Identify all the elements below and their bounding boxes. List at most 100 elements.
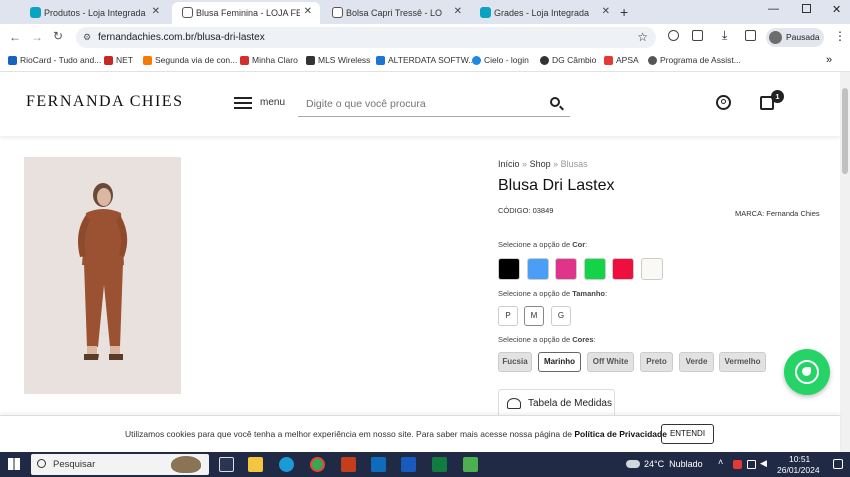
- close-window-icon[interactable]: ✕: [832, 3, 841, 16]
- close-tab-icon[interactable]: ✕: [152, 6, 160, 17]
- taskbar-search-icon: [37, 459, 46, 468]
- windows-taskbar: Pesquisar 24°C Nublado ˄ ◀ 10:51 26/01/2…: [0, 452, 850, 477]
- task-view-icon[interactable]: [219, 457, 234, 472]
- size-button-g[interactable]: G: [551, 306, 571, 326]
- breadcrumb-separator: »: [522, 159, 528, 169]
- profile-label: Pausada: [786, 32, 820, 42]
- site-header: FERNANDA CHIES menu 1: [0, 72, 840, 136]
- bookmark-item[interactable]: Programa de Assist...: [648, 55, 741, 65]
- taskbar-search[interactable]: Pesquisar: [31, 454, 209, 475]
- bookmark-item[interactable]: RioCard - Tudo and...: [8, 55, 101, 65]
- search-input[interactable]: [306, 96, 536, 112]
- color-swatch-red[interactable]: [612, 258, 634, 280]
- color-swatch-black[interactable]: [498, 258, 520, 280]
- bookmark-item[interactable]: DG Câmbio: [540, 55, 596, 65]
- reload-icon[interactable]: ↻: [53, 29, 63, 43]
- tab-favicon-icon: [182, 7, 193, 18]
- minimize-icon[interactable]: —: [768, 3, 779, 15]
- tray-chevron-icon[interactable]: ˄: [718, 457, 723, 467]
- new-tab-icon[interactable]: +: [620, 4, 628, 20]
- color-swatch-pink[interactable]: [555, 258, 577, 280]
- sidebar-icon[interactable]: [745, 30, 756, 41]
- tray-app-icon[interactable]: [733, 460, 742, 469]
- url-text: fernandachies.com.br/blusa-dri-lastex: [98, 32, 265, 43]
- edge-icon[interactable]: [279, 457, 294, 472]
- product-image[interactable]: [24, 157, 181, 394]
- menu-label: menu: [260, 97, 286, 108]
- cookie-accept-button[interactable]: ENTENDI: [661, 424, 714, 444]
- size-table-button[interactable]: Tabela de Medidas: [498, 389, 615, 417]
- download-icon[interactable]: ⤓: [722, 28, 727, 43]
- bookmark-star-icon[interactable]: ☆: [637, 27, 648, 48]
- color-swatch-green[interactable]: [584, 258, 606, 280]
- powerpoint-icon[interactable]: [341, 457, 356, 472]
- browser-tab-bar: Produtos - Loja Integrada ✕ Blusa Femini…: [0, 0, 850, 24]
- bookmark-favicon-icon: [472, 55, 481, 65]
- chrome-icon[interactable]: [310, 457, 325, 472]
- tab-title: Grades - Loja Integrada: [494, 8, 590, 18]
- browser-tab[interactable]: Grades - Loja Integrada ✕: [470, 2, 618, 24]
- clock-date[interactable]: 26/01/2024: [777, 465, 820, 475]
- extension-icon[interactable]: [668, 30, 679, 41]
- browser-tab-active[interactable]: Blusa Feminina - LOJA FERNANDA CHIES ✕: [172, 2, 320, 24]
- outlook-icon[interactable]: [371, 457, 386, 472]
- option-button-marinho[interactable]: Marinho: [538, 352, 581, 372]
- close-tab-icon[interactable]: ✕: [304, 6, 312, 17]
- browser-menu-icon[interactable]: ⋮: [834, 29, 846, 43]
- cores-option-label: Selecione a opção de Cores:: [498, 335, 596, 344]
- product-title: Blusa Dri Lastex: [498, 177, 615, 194]
- bookmark-item[interactable]: Segunda via de con...: [143, 55, 237, 65]
- option-button-vermelho[interactable]: Vermelho: [719, 352, 766, 372]
- word-icon[interactable]: [401, 457, 416, 472]
- whatsapp-button[interactable]: [784, 349, 830, 395]
- file-explorer-icon[interactable]: [248, 457, 263, 472]
- breadcrumb-home[interactable]: Início: [498, 159, 520, 169]
- profile-button[interactable]: Pausada: [766, 28, 824, 47]
- option-button-preto[interactable]: Preto: [640, 352, 673, 372]
- bookmark-item[interactable]: MLS Wireless: [306, 55, 370, 65]
- color-swatch-white[interactable]: [641, 258, 663, 280]
- browser-tab[interactable]: Produtos - Loja Integrada ✕: [20, 2, 168, 24]
- bookmark-item[interactable]: Cielo - login: [472, 55, 529, 65]
- browser-tab[interactable]: Bolsa Capri Tressê - LOJA FERNANDA ✕: [322, 2, 470, 24]
- weather-text[interactable]: 24°C Nublado: [644, 459, 703, 469]
- option-button-verde[interactable]: Verde: [679, 352, 714, 372]
- search-icon[interactable]: [550, 97, 564, 111]
- menu-button[interactable]: menu: [234, 96, 294, 112]
- puzzle-icon[interactable]: [692, 30, 703, 41]
- whatsapp-icon: [795, 360, 819, 384]
- breadcrumb-shop[interactable]: Shop: [530, 159, 551, 169]
- close-tab-icon[interactable]: ✕: [454, 6, 462, 17]
- color-swatch-blue[interactable]: [527, 258, 549, 280]
- option-button-off-white[interactable]: Off White: [587, 352, 634, 372]
- privacy-policy-link[interactable]: Política de Privacidade: [574, 429, 667, 439]
- close-tab-icon[interactable]: ✕: [602, 6, 610, 17]
- bookmark-item[interactable]: Minha Claro: [240, 55, 298, 65]
- notification-icon[interactable]: [833, 459, 843, 469]
- network-icon[interactable]: [747, 460, 756, 469]
- product-code: CÓDIGO: 03849: [498, 206, 554, 215]
- site-logo[interactable]: FERNANDA CHIES: [26, 93, 183, 111]
- size-button-m[interactable]: M: [524, 306, 544, 326]
- excel-icon[interactable]: [432, 457, 447, 472]
- bookmark-item[interactable]: NET: [104, 55, 133, 65]
- back-icon[interactable]: ←: [9, 30, 21, 44]
- bookmark-item[interactable]: APSA: [604, 55, 639, 65]
- maximize-icon[interactable]: [802, 4, 811, 13]
- option-button-fucsia[interactable]: Fucsia: [498, 352, 532, 372]
- clock-time[interactable]: 10:51: [789, 454, 810, 464]
- bookmark-item[interactable]: ALTERDATA SOFTW...: [376, 55, 475, 65]
- size-table-label: Tabela de Medidas: [528, 398, 612, 409]
- forward-icon[interactable]: →: [31, 30, 43, 44]
- site-info-icon[interactable]: ⚙: [83, 27, 91, 48]
- size-button-p[interactable]: P: [498, 306, 518, 326]
- volume-icon[interactable]: ◀: [760, 458, 767, 469]
- download-manager-icon[interactable]: [463, 457, 478, 472]
- bookmark-favicon-icon: [540, 55, 549, 65]
- product-brand: MARCA: Fernanda Chies: [735, 209, 820, 218]
- scrollbar-thumb[interactable]: [842, 88, 848, 174]
- more-bookmarks-icon[interactable]: »: [826, 54, 832, 66]
- account-icon[interactable]: [716, 95, 731, 110]
- windows-start-icon[interactable]: [8, 458, 20, 470]
- url-bar[interactable]: ⚙ fernandachies.com.br/blusa-dri-lastex …: [76, 27, 656, 48]
